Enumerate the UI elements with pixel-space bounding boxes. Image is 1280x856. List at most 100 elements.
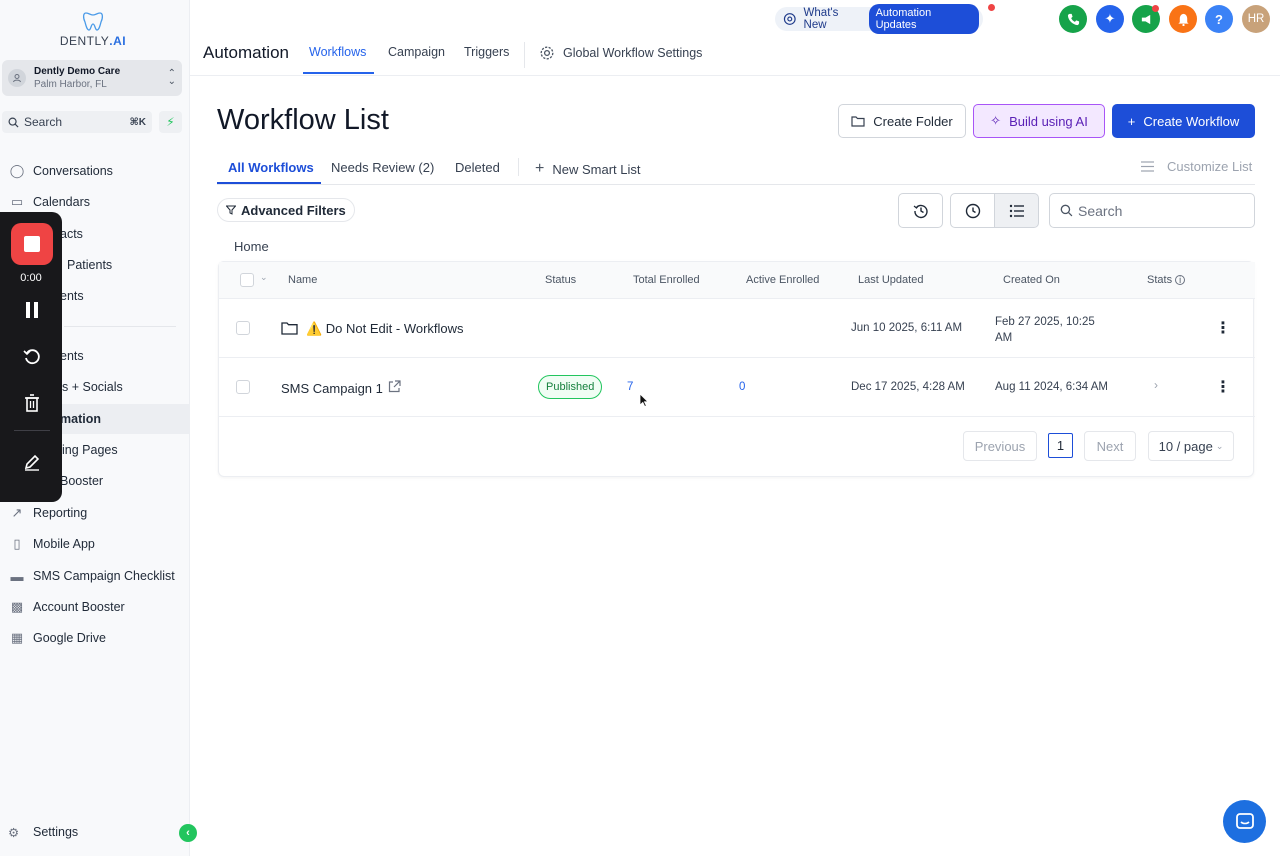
sidebar-item-google-drive[interactable]: ▦ Google Drive bbox=[8, 626, 106, 650]
row-checkbox[interactable] bbox=[236, 321, 250, 335]
sidebar-item-settings[interactable]: ⚙ Settings bbox=[8, 821, 78, 843]
quick-action-bolt-icon[interactable]: ⚡ bbox=[159, 111, 182, 133]
phone-icon[interactable] bbox=[1059, 5, 1087, 33]
created-on: Feb 27 2025, 10:25 AM bbox=[995, 314, 1095, 346]
automation-updates-pill[interactable]: Automation Updates bbox=[868, 4, 979, 34]
advanced-filters-button[interactable]: Advanced Filters bbox=[217, 198, 355, 222]
user-avatar[interactable]: HR bbox=[1242, 5, 1270, 33]
clock-view-icon[interactable] bbox=[950, 193, 995, 228]
customize-list-label: Customize List bbox=[1167, 159, 1253, 174]
restart-icon[interactable] bbox=[21, 346, 43, 368]
breadcrumb[interactable]: Home bbox=[234, 239, 269, 254]
sidebar-item-mobile-app[interactable]: ▯ Mobile App bbox=[8, 532, 94, 556]
sidebar-search[interactable]: Search ⌘K bbox=[2, 111, 152, 133]
external-link-icon[interactable] bbox=[388, 380, 401, 393]
sidebar-search-label: Search bbox=[24, 115, 63, 129]
created-date-line2: AM bbox=[995, 332, 1013, 344]
workflow-name[interactable]: ⚠️ Do Not Edit - Workflows bbox=[306, 321, 464, 337]
location-icon bbox=[8, 69, 26, 87]
column-header-stats[interactable]: Stats i bbox=[1147, 274, 1186, 286]
folder-icon bbox=[281, 322, 298, 335]
recording-timer: 0:00 bbox=[20, 272, 42, 284]
new-smart-list-button[interactable]: + New Smart List bbox=[535, 160, 640, 178]
ai-magic-icon[interactable]: ✦ bbox=[1096, 5, 1124, 33]
global-settings-label: Global Workflow Settings bbox=[563, 46, 703, 60]
build-using-ai-button[interactable]: ✧ Build using AI bbox=[973, 104, 1105, 138]
history-icon[interactable] bbox=[898, 193, 943, 228]
advanced-filters-label: Advanced Filters bbox=[241, 202, 346, 218]
sidebar-item-label: mation bbox=[60, 412, 101, 426]
tab-campaign[interactable]: Campaign bbox=[388, 45, 445, 59]
chevron-down-icon[interactable]: ⌄ bbox=[260, 272, 268, 283]
more-options-icon[interactable]: ⋮ bbox=[1215, 318, 1231, 338]
help-icon[interactable]: ? bbox=[1205, 5, 1233, 33]
customize-list-button[interactable]: Customize List bbox=[1140, 159, 1252, 174]
pagination-previous-button[interactable]: Previous bbox=[963, 431, 1037, 461]
whats-new-banner[interactable]: What's New Automation Updates bbox=[775, 4, 983, 34]
sidebar-item-calendars[interactable]: ▭ Calendars bbox=[8, 190, 90, 214]
gear-icon bbox=[540, 46, 554, 60]
collapse-sidebar-icon[interactable]: ‹ bbox=[179, 824, 197, 842]
sidebar-item-sms-checklist[interactable]: ▬ SMS Campaign Checklist bbox=[8, 564, 175, 588]
more-options-icon[interactable]: ⋮ bbox=[1215, 377, 1231, 397]
phone-device-icon: ▯ bbox=[13, 536, 21, 551]
subtab-deleted[interactable]: Deleted bbox=[455, 160, 500, 175]
pagination-next-button[interactable]: Next bbox=[1084, 431, 1136, 461]
brand-logo[interactable]: DENTLY.AI bbox=[58, 10, 128, 50]
sidebar-item-payments[interactable]: ents bbox=[60, 344, 84, 368]
mouse-cursor-icon bbox=[639, 393, 649, 407]
sidebar-item-reporting[interactable]: ↗ Reporting bbox=[8, 501, 88, 525]
settings-label: Settings bbox=[33, 825, 79, 839]
subtab-all-workflows[interactable]: All Workflows bbox=[228, 160, 314, 175]
chevron-right-icon[interactable]: › bbox=[1154, 378, 1158, 392]
sidebar-item-appointments[interactable]: ents bbox=[60, 284, 84, 308]
folder-icon bbox=[851, 116, 865, 127]
select-all-checkbox[interactable] bbox=[240, 273, 254, 287]
create-workflow-button[interactable]: + Create Workflow bbox=[1112, 104, 1255, 138]
sidebar-item-patients[interactable]: Patients bbox=[67, 253, 112, 277]
tab-workflows[interactable]: Workflows bbox=[309, 45, 366, 59]
chat-support-icon[interactable] bbox=[1223, 800, 1266, 843]
message-icon: ▬ bbox=[10, 568, 24, 584]
subtab-needs-review[interactable]: Needs Review (2) bbox=[331, 160, 434, 175]
page-size-select[interactable]: 10 / page ⌄ bbox=[1148, 431, 1234, 461]
column-header-name[interactable]: Name bbox=[288, 274, 317, 286]
pagination-page-1[interactable]: 1 bbox=[1048, 433, 1073, 458]
tab-triggers[interactable]: Triggers bbox=[464, 45, 509, 59]
sidebar-item-contacts[interactable]: acts bbox=[60, 222, 83, 246]
pencil-icon[interactable] bbox=[21, 451, 43, 473]
build-ai-label: Build using AI bbox=[1009, 113, 1088, 129]
search-icon bbox=[8, 117, 19, 128]
sidebar-item-label: ents bbox=[60, 349, 84, 363]
workflow-search-input[interactable]: Search bbox=[1049, 193, 1255, 228]
list-view-icon[interactable] bbox=[994, 193, 1039, 228]
row-checkbox[interactable] bbox=[236, 380, 250, 394]
account-switcher[interactable]: Dently Demo Care Palm Harbor, FL ⌃ ⌄ bbox=[2, 60, 182, 96]
sidebar-item-booster[interactable]: Booster bbox=[60, 469, 103, 493]
sidebar-item-account-booster[interactable]: ▩ Account Booster bbox=[8, 595, 125, 619]
column-header-last-updated[interactable]: Last Updated bbox=[858, 274, 923, 286]
workflow-name[interactable]: SMS Campaign 1 bbox=[281, 381, 383, 396]
global-workflow-settings-link[interactable]: Global Workflow Settings bbox=[539, 45, 702, 61]
sidebar-item-label: SMS Campaign Checklist bbox=[33, 569, 175, 583]
table-row[interactable]: ⚠️ Do Not Edit - Workflows Jun 10 2025, … bbox=[219, 299, 1255, 358]
sidebar-item-landing-pages[interactable]: ing Pages bbox=[62, 438, 118, 462]
stop-recording-button[interactable] bbox=[11, 223, 53, 265]
total-enrolled-count[interactable]: 7 bbox=[627, 381, 633, 393]
column-header-total-enrolled[interactable]: Total Enrolled bbox=[633, 274, 700, 286]
recorder-divider bbox=[14, 430, 50, 431]
column-header-active-enrolled[interactable]: Active Enrolled bbox=[746, 274, 819, 286]
active-tab-indicator bbox=[303, 72, 374, 74]
column-header-status[interactable]: Status bbox=[545, 274, 576, 286]
trash-icon[interactable] bbox=[21, 392, 43, 414]
drive-icon: ▦ bbox=[10, 630, 24, 645]
create-folder-button[interactable]: Create Folder bbox=[838, 104, 966, 138]
sidebar-item-conversations[interactable]: ◯ Conversations bbox=[8, 159, 113, 183]
bell-icon[interactable] bbox=[1169, 5, 1197, 33]
column-header-created-on[interactable]: Created On bbox=[1003, 274, 1060, 286]
pause-icon[interactable] bbox=[21, 299, 43, 321]
table-row[interactable]: SMS Campaign 1 Published 7 0 Dec 17 2025… bbox=[219, 358, 1255, 417]
created-date-line1: Feb 27 2025, 10:25 bbox=[995, 316, 1095, 328]
active-enrolled-count[interactable]: 0 bbox=[739, 381, 745, 393]
sidebar-item-socials[interactable]: s + Socials bbox=[62, 375, 123, 399]
